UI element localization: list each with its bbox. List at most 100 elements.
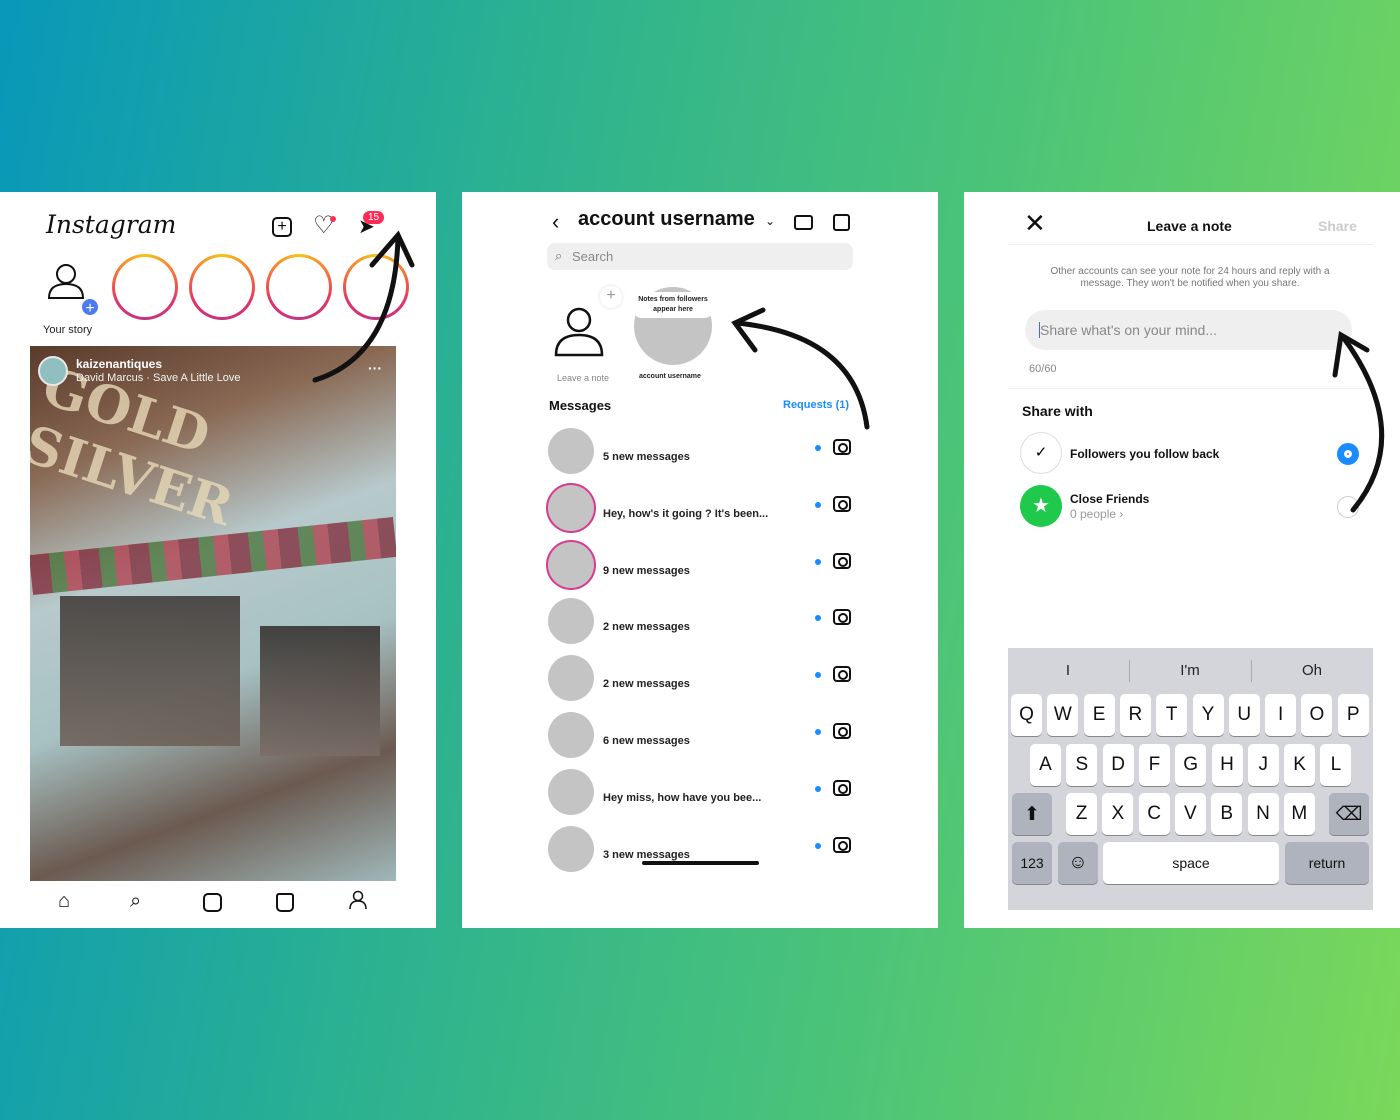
reels-icon[interactable]: [203, 893, 222, 912]
add-story-icon[interactable]: +: [80, 297, 100, 317]
header-divider: [1008, 244, 1373, 245]
story-ring[interactable]: [112, 254, 178, 320]
unread-dot: [815, 558, 821, 565]
thread-avatar[interactable]: [548, 655, 594, 702]
radio-close-friends[interactable]: [1337, 496, 1359, 518]
camera-icon[interactable]: [833, 666, 851, 683]
unread-dot: [815, 785, 821, 792]
account-title[interactable]: account username: [578, 208, 755, 231]
shift-key[interactable]: ⬆: [1012, 793, 1052, 835]
key-u[interactable]: U: [1228, 694, 1260, 736]
thread-avatar[interactable]: [548, 768, 594, 815]
home-icon[interactable]: ⌂: [58, 890, 70, 913]
back-icon[interactable]: ‹: [552, 209, 559, 235]
search-placeholder: Search: [572, 249, 614, 264]
key-p[interactable]: P: [1337, 694, 1369, 736]
share-button[interactable]: Share: [1318, 218, 1357, 234]
home-indicator: [642, 861, 759, 865]
key-f[interactable]: F: [1138, 744, 1170, 786]
option-close-friends[interactable]: Close Friends: [1070, 492, 1149, 506]
thread-avatar[interactable]: [548, 825, 594, 872]
radio-followers-selected[interactable]: [1337, 443, 1359, 465]
key-j[interactable]: J: [1247, 744, 1279, 786]
shop-icon[interactable]: [276, 893, 294, 912]
camera-icon[interactable]: [833, 439, 851, 455]
emoji-key[interactable]: ☺: [1058, 842, 1098, 884]
post-author-avatar[interactable]: [38, 356, 68, 386]
key-m[interactable]: M: [1283, 793, 1315, 835]
my-note-avatar[interactable]: [553, 305, 605, 362]
key-h[interactable]: H: [1211, 744, 1243, 786]
post-audio[interactable]: David Marcus · Save A Little Love: [76, 372, 240, 384]
numbers-key[interactable]: 123: [1012, 842, 1052, 884]
post-image[interactable]: GOLD SILVER: [30, 346, 396, 881]
message-thread[interactable]: 5 new messages: [548, 428, 858, 474]
search-icon[interactable]: ⌕: [130, 890, 141, 913]
key-b[interactable]: B: [1211, 793, 1243, 835]
thread-avatar[interactable]: [548, 484, 594, 531]
message-thread[interactable]: Hey, how's it going ? It's been...: [548, 484, 858, 531]
camera-icon[interactable]: [833, 779, 851, 796]
key-g[interactable]: G: [1175, 744, 1207, 786]
key-z[interactable]: Z: [1066, 793, 1097, 835]
new-post-icon[interactable]: +: [272, 217, 292, 237]
suggestion[interactable]: I: [1008, 662, 1128, 679]
close-icon[interactable]: ✕: [1024, 210, 1046, 236]
chevron-down-icon[interactable]: ⌄: [765, 214, 775, 228]
leave-note-label[interactable]: Leave a note: [557, 373, 609, 383]
requests-link[interactable]: Requests (1): [783, 399, 849, 411]
thread-preview: Hey miss, how have you bee...: [603, 791, 762, 804]
backspace-key[interactable]: ⌫: [1329, 793, 1369, 835]
key-k[interactable]: K: [1284, 744, 1316, 786]
post-more-button[interactable]: ···: [368, 360, 382, 376]
message-thread[interactable]: 2 new messages: [548, 598, 858, 645]
add-note-icon[interactable]: +: [600, 286, 622, 308]
thread-avatar[interactable]: [548, 712, 594, 758]
key-q[interactable]: Q: [1011, 694, 1042, 736]
key-s[interactable]: S: [1066, 744, 1098, 786]
message-thread[interactable]: 9 new messages: [548, 541, 858, 588]
key-o[interactable]: O: [1301, 694, 1333, 736]
return-key[interactable]: return: [1285, 842, 1369, 884]
suggestion[interactable]: I'm: [1130, 662, 1250, 679]
thread-preview: Hey, how's it going ? It's been...: [603, 507, 769, 520]
compose-icon[interactable]: [833, 214, 850, 231]
camera-icon[interactable]: [833, 609, 851, 626]
camera-icon[interactable]: [833, 495, 851, 512]
message-thread[interactable]: Hey miss, how have you bee...: [548, 768, 858, 815]
story-ring[interactable]: [343, 254, 409, 320]
thread-avatar[interactable]: [548, 428, 594, 474]
camera-icon[interactable]: [833, 723, 851, 739]
key-c[interactable]: C: [1138, 793, 1170, 835]
close-friends-count[interactable]: 0 people ›: [1070, 507, 1123, 521]
key-a[interactable]: A: [1030, 744, 1061, 786]
space-key[interactable]: space: [1103, 842, 1279, 884]
key-r[interactable]: R: [1119, 694, 1151, 736]
key-l[interactable]: L: [1320, 744, 1352, 786]
option-followers[interactable]: Followers you follow back: [1070, 447, 1219, 461]
camera-icon[interactable]: [833, 836, 851, 853]
key-i[interactable]: I: [1265, 694, 1297, 736]
key-t[interactable]: T: [1156, 694, 1188, 736]
search-input[interactable]: ⌕ Search: [547, 243, 853, 270]
post-username[interactable]: kaizenantiques: [76, 357, 162, 371]
key-v[interactable]: V: [1174, 793, 1206, 835]
note-placeholder: Share what's on your mind...: [1040, 322, 1217, 338]
message-thread[interactable]: 6 new messages: [548, 712, 858, 758]
story-ring[interactable]: [189, 254, 255, 320]
key-w[interactable]: W: [1047, 694, 1079, 736]
key-n[interactable]: N: [1247, 793, 1279, 835]
key-x[interactable]: X: [1102, 793, 1134, 835]
thread-avatar[interactable]: [548, 598, 594, 645]
key-y[interactable]: Y: [1192, 694, 1224, 736]
suggestion[interactable]: Oh: [1252, 662, 1372, 679]
message-thread[interactable]: 2 new messages: [548, 655, 858, 702]
note-input[interactable]: Share what's on your mind...: [1025, 310, 1352, 350]
key-d[interactable]: D: [1102, 744, 1134, 786]
key-e[interactable]: E: [1083, 694, 1115, 736]
camera-icon[interactable]: [833, 552, 851, 569]
story-ring[interactable]: [266, 254, 332, 320]
thread-avatar[interactable]: [548, 541, 594, 588]
profile-icon[interactable]: [348, 890, 368, 916]
video-call-icon[interactable]: [794, 215, 813, 230]
